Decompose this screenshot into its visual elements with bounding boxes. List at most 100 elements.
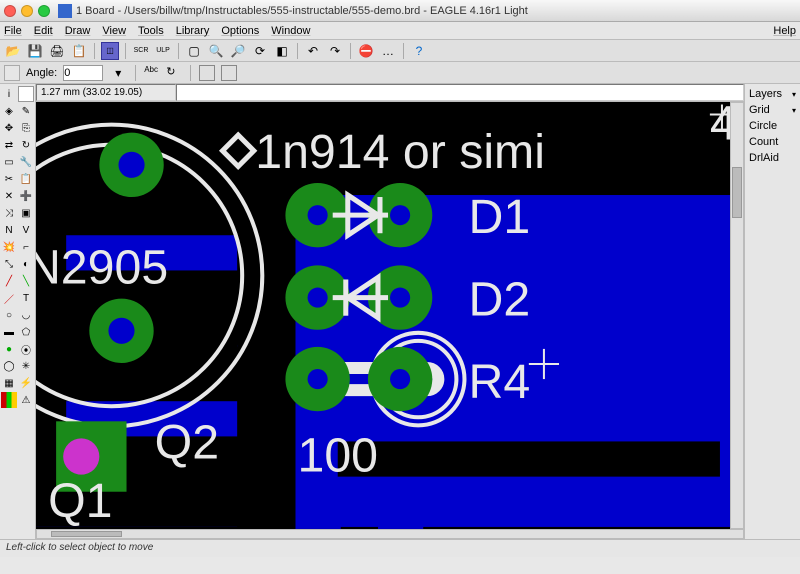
cut-tool-icon[interactable]: ✂ xyxy=(1,171,17,187)
text-tool-icon[interactable]: T xyxy=(18,290,34,306)
close-icon[interactable] xyxy=(4,5,16,17)
erc-tool-icon[interactable]: ⚡ xyxy=(18,375,34,391)
toolbar-main: 📂 💾 🖨 📋 ◫ SCR ULP ▢ 🔍 🔎 ⟳ ◧ ↶ ↷ ⛔ … ? xyxy=(0,40,800,62)
lookup-input[interactable] xyxy=(18,86,34,102)
zoom-redraw-icon[interactable]: ⟳ xyxy=(251,42,269,60)
grid-icon[interactable] xyxy=(4,65,20,81)
option-b-icon[interactable] xyxy=(221,65,237,81)
ulp-icon[interactable]: ULP xyxy=(154,42,172,60)
zoom-in-icon[interactable]: 🔍 xyxy=(207,42,225,60)
cam-icon[interactable]: 📋 xyxy=(70,42,88,60)
rotate-tool-icon[interactable]: ↻ xyxy=(18,137,34,153)
rotate-icon[interactable]: ↻ xyxy=(166,65,182,81)
zoom-out-icon[interactable]: 🔎 xyxy=(229,42,247,60)
ratsnest-tool-icon[interactable]: ✳ xyxy=(18,358,34,374)
silk-d2: D2 xyxy=(468,273,530,327)
coord-display: 1.27 mm (33.02 19.05) xyxy=(36,84,176,101)
pinswap-tool-icon[interactable]: ⤨ xyxy=(1,205,17,221)
open-icon[interactable]: 📂 xyxy=(4,42,22,60)
silk-n2905: N2905 xyxy=(36,241,168,295)
scrollbar-vertical[interactable] xyxy=(730,102,744,529)
board-canvas[interactable]: 1n914 or simi 4 D1 D2 R4 100 Q2 Q1 N2905 xyxy=(36,102,730,529)
menu-options[interactable]: Options xyxy=(221,25,259,37)
mark-tool-icon[interactable]: ✎ xyxy=(18,103,34,119)
coord-bar: 1.27 mm (33.02 19.05) xyxy=(36,84,744,102)
group-tool-icon[interactable]: ▭ xyxy=(1,154,17,170)
help-icon[interactable]: ? xyxy=(410,42,428,60)
angle-input[interactable] xyxy=(63,65,103,81)
menu-help[interactable]: Help xyxy=(773,25,796,37)
replace-tool-icon[interactable]: ▣ xyxy=(18,205,34,221)
stop-icon[interactable]: ⛔ xyxy=(357,42,375,60)
menu-file[interactable]: File xyxy=(4,25,22,37)
auto-tool-icon[interactable]: ▦ xyxy=(1,375,17,391)
menu-library[interactable]: Library xyxy=(176,25,210,37)
save-icon[interactable]: 💾 xyxy=(26,42,44,60)
add-tool-icon[interactable]: ➕ xyxy=(18,188,34,204)
toolbar-options: Angle: ▾ Abc ↻ xyxy=(0,62,800,84)
mirror-icon[interactable]: Abc xyxy=(144,65,160,81)
menu-draw[interactable]: Draw xyxy=(65,25,91,37)
delete-tool-icon[interactable]: ✕ xyxy=(1,188,17,204)
print-icon[interactable]: 🖨 xyxy=(48,42,66,60)
zoom-icon[interactable] xyxy=(38,5,50,17)
scrollbar-horizontal[interactable] xyxy=(36,529,744,539)
statusbar: Left-click to select object to move xyxy=(0,539,800,557)
menu-view[interactable]: View xyxy=(102,25,126,37)
angle-dropdown-icon[interactable]: ▾ xyxy=(109,64,127,82)
go-icon[interactable]: … xyxy=(379,42,397,60)
change-tool-icon[interactable]: 🔧 xyxy=(18,154,34,170)
silk-4: 4 xyxy=(710,102,730,151)
panel-grid[interactable]: Grid▾ xyxy=(749,104,796,116)
arc-tool-icon[interactable]: ◡ xyxy=(18,307,34,323)
mirror-tool-icon[interactable]: ⇄ xyxy=(1,137,17,153)
option-a-icon[interactable] xyxy=(199,65,215,81)
drc-tool-icon[interactable] xyxy=(1,392,17,408)
silk-100: 100 xyxy=(298,429,379,483)
board-icon[interactable]: ◫ xyxy=(101,42,119,60)
status-text: Left-click to select object to move xyxy=(6,542,153,553)
undo-icon[interactable]: ↶ xyxy=(304,42,322,60)
menu-edit[interactable]: Edit xyxy=(34,25,53,37)
polygon-tool-icon[interactable]: ⬠ xyxy=(18,324,34,340)
display-tool-icon[interactable]: ◈ xyxy=(1,103,17,119)
copy-tool-icon[interactable]: ⎘ xyxy=(18,120,34,136)
panel-drlaid[interactable]: DrlAid xyxy=(749,152,796,164)
split-tool-icon[interactable]: ⤡ xyxy=(1,256,17,272)
tool-palette: i ◈✎ ✥⎘ ⇄↻ ▭🔧 ✂📋 ✕➕ ⤨▣ NV 💥⌐ ⤡◐ ╱╲ ／T ○◡… xyxy=(0,84,36,539)
ripup-tool-icon[interactable]: ╲ xyxy=(18,273,34,289)
pcb-view: 1n914 or simi 4 D1 D2 R4 100 Q2 Q1 N2905 xyxy=(36,102,730,529)
menu-tools[interactable]: Tools xyxy=(138,25,164,37)
menu-window[interactable]: Window xyxy=(271,25,310,37)
circle-tool-icon[interactable]: ○ xyxy=(1,307,17,323)
window-title: 1 Board - /Users/billw/tmp/Instructables… xyxy=(76,5,796,17)
menubar: File Edit Draw View Tools Library Option… xyxy=(0,22,800,40)
via-tool-icon[interactable]: ● xyxy=(1,341,17,357)
errors-tool-icon[interactable]: ⚠ xyxy=(18,392,34,408)
value-tool-icon[interactable]: V xyxy=(18,222,34,238)
panel-layers[interactable]: Layers▾ xyxy=(749,88,796,100)
command-input[interactable] xyxy=(176,84,744,101)
panel-count[interactable]: Count xyxy=(749,136,796,148)
silk-1n914: 1n914 or simi xyxy=(255,125,545,179)
optimize-tool-icon[interactable]: ◐ xyxy=(18,256,34,272)
rect-tool-icon[interactable]: ▬ xyxy=(1,324,17,340)
canvas-area: 1n914 or simi 4 D1 D2 R4 100 Q2 Q1 N2905 xyxy=(36,102,744,529)
redo-icon[interactable]: ↷ xyxy=(326,42,344,60)
name-tool-icon[interactable]: N xyxy=(1,222,17,238)
canvas-wrap: 1.27 mm (33.02 19.05) xyxy=(36,84,744,539)
info-tool-icon[interactable]: i xyxy=(1,86,17,102)
wire-tool-icon[interactable]: ／ xyxy=(1,290,17,306)
signal-tool-icon[interactable]: ⦿ xyxy=(18,341,34,357)
zoom-fit-icon[interactable]: ▢ xyxy=(185,42,203,60)
route-tool-icon[interactable]: ╱ xyxy=(1,273,17,289)
smash-tool-icon[interactable]: 💥 xyxy=(1,239,17,255)
scr-icon[interactable]: SCR xyxy=(132,42,150,60)
hole-tool-icon[interactable]: ◯ xyxy=(1,358,17,374)
paste-tool-icon[interactable]: 📋 xyxy=(18,171,34,187)
zoom-sel-icon[interactable]: ◧ xyxy=(273,42,291,60)
panel-circle[interactable]: Circle xyxy=(749,120,796,132)
minimize-icon[interactable] xyxy=(21,5,33,17)
move-tool-icon[interactable]: ✥ xyxy=(1,120,17,136)
miter-tool-icon[interactable]: ⌐ xyxy=(18,239,34,255)
